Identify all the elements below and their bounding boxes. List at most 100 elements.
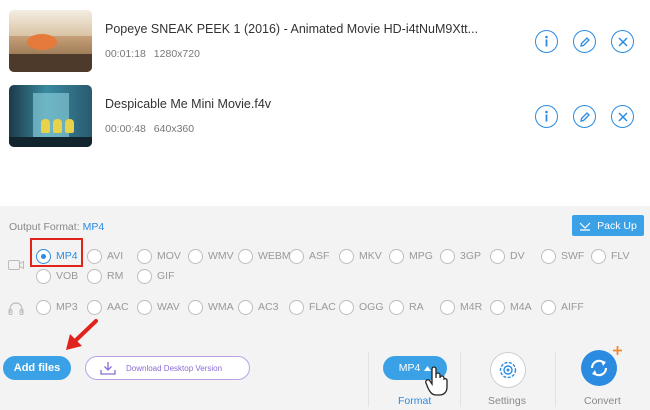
format-option-mkv[interactable]: MKV (339, 248, 382, 264)
format-option-gif[interactable]: GIF (137, 268, 175, 284)
red-arrow-icon (66, 319, 98, 350)
radio-button[interactable] (389, 299, 404, 315)
radio-button[interactable] (339, 248, 354, 264)
format-option-mp3[interactable]: MP3 (36, 299, 78, 315)
format-option-label: OGG (359, 301, 384, 313)
video-thumbnail (9, 10, 92, 72)
headphones-icon (8, 302, 24, 315)
edit-button[interactable] (573, 30, 596, 53)
info-button[interactable] (535, 105, 558, 128)
video-icon (8, 260, 24, 270)
format-option-vob[interactable]: VOB (36, 268, 78, 284)
settings-label[interactable]: Settings (488, 395, 526, 407)
format-option-label: VOB (56, 270, 79, 282)
radio-button[interactable] (339, 299, 354, 315)
download-desktop-button[interactable]: Download Desktop Version (85, 356, 250, 380)
radio-button[interactable] (289, 248, 304, 264)
add-files-button[interactable]: Add files (3, 356, 71, 380)
format-tab-label[interactable]: Format (398, 395, 431, 407)
format-option-aiff[interactable]: AIFF (541, 299, 584, 315)
format-option-label: AIFF (561, 301, 584, 313)
radio-button[interactable] (490, 248, 505, 264)
format-option-label: GIF (157, 270, 175, 282)
collapse-icon (579, 222, 591, 231)
gear-icon (499, 361, 517, 379)
divider (368, 352, 369, 407)
close-icon (617, 36, 628, 47)
settings-button[interactable] (490, 352, 526, 388)
format-option-label: WMA (208, 301, 234, 313)
radio-button[interactable] (87, 268, 102, 284)
format-option-label: M4A (510, 301, 532, 313)
format-option-label: MP3 (56, 301, 78, 313)
radio-button[interactable] (238, 248, 253, 264)
file-meta: 00:00:48 640x360 (105, 123, 194, 135)
pack-up-button[interactable]: Pack Up (572, 215, 644, 236)
radio-button[interactable] (87, 248, 102, 264)
radio-button[interactable] (289, 299, 304, 315)
format-option-label: AAC (107, 301, 129, 313)
format-option-dv[interactable]: DV (490, 248, 525, 264)
format-option-aac[interactable]: AAC (87, 299, 129, 315)
format-option-asf[interactable]: ASF (289, 248, 329, 264)
format-option-label: WEBM (258, 250, 291, 262)
radio-button[interactable] (541, 248, 556, 264)
radio-button[interactable] (188, 299, 203, 315)
format-option-label: DV (510, 250, 525, 262)
info-button[interactable] (535, 30, 558, 53)
format-option-ac3[interactable]: AC3 (238, 299, 278, 315)
format-option-webm[interactable]: WEBM (238, 248, 291, 264)
edit-button[interactable] (573, 105, 596, 128)
file-name: Popeye SNEAK PEEK 1 (2016) - Animated Mo… (105, 22, 479, 36)
radio-button[interactable] (137, 248, 152, 264)
format-option-rm[interactable]: RM (87, 268, 123, 284)
radio-button[interactable] (490, 299, 505, 315)
format-select-value: MP4 (398, 362, 421, 374)
convert-button[interactable] (581, 350, 617, 386)
format-option-m4a[interactable]: M4A (490, 299, 532, 315)
format-option-avi[interactable]: AVI (87, 248, 123, 264)
remove-button[interactable] (611, 105, 634, 128)
edit-icon (579, 111, 590, 122)
radio-button[interactable] (137, 268, 152, 284)
format-option-label: ASF (309, 250, 330, 262)
file-resolution: 640x360 (153, 123, 195, 135)
radio-button[interactable] (36, 299, 51, 315)
video-thumbnail (9, 85, 92, 147)
radio-button[interactable] (36, 268, 51, 284)
format-option-3gp[interactable]: 3GP (440, 248, 481, 264)
format-option-mov[interactable]: MOV (137, 248, 181, 264)
format-option-label: SWF (561, 250, 585, 262)
format-option-m4r[interactable]: M4R (440, 299, 482, 315)
divider (460, 352, 461, 407)
radio-button[interactable] (389, 248, 404, 264)
format-option-label: FLV (611, 250, 630, 262)
radio-button[interactable] (188, 248, 203, 264)
divider (555, 352, 556, 407)
format-option-ra[interactable]: RA (389, 299, 424, 315)
radio-button[interactable] (137, 299, 152, 315)
convert-label[interactable]: Convert (584, 395, 621, 407)
info-icon (545, 110, 548, 122)
format-option-wma[interactable]: WMA (188, 299, 234, 315)
format-option-swf[interactable]: SWF (541, 248, 584, 264)
info-icon (545, 35, 548, 47)
radio-button[interactable] (440, 248, 455, 264)
download-desktop-label: Download Desktop Version (126, 363, 223, 373)
radio-button[interactable] (440, 299, 455, 315)
format-option-label: MPG (409, 250, 433, 262)
radio-button[interactable] (238, 299, 253, 315)
format-option-flv[interactable]: FLV (591, 248, 629, 264)
format-option-wav[interactable]: WAV (137, 299, 180, 315)
format-option-label: RA (409, 301, 424, 313)
remove-button[interactable] (611, 30, 634, 53)
radio-button[interactable] (591, 248, 606, 264)
format-option-flac[interactable]: FLAC (289, 299, 336, 315)
format-option-wmv[interactable]: WMV (188, 248, 234, 264)
file-meta: 00:01:18 1280x720 (105, 48, 200, 60)
format-option-label: WMV (208, 250, 234, 262)
radio-button[interactable] (87, 299, 102, 315)
format-option-ogg[interactable]: OGG (339, 299, 384, 315)
radio-button[interactable] (541, 299, 556, 315)
format-option-mpg[interactable]: MPG (389, 248, 433, 264)
